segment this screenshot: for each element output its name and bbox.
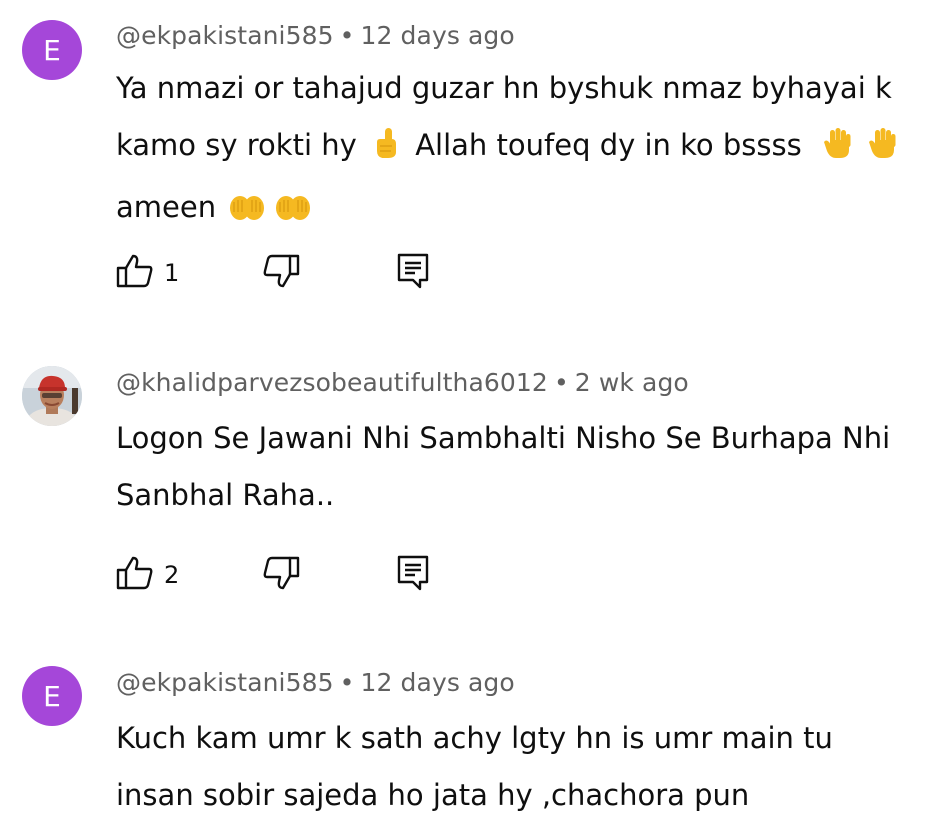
- comment-meta: @khalidparvezsobeautifultha6012 • 2 wk ago: [116, 368, 689, 397]
- reply-icon: [396, 252, 430, 294]
- thumbs-up-icon: [116, 555, 154, 595]
- meta-separator: •: [339, 668, 355, 697]
- reply-button[interactable]: [396, 554, 430, 596]
- like-count: 2: [164, 561, 180, 589]
- comment-actions: 2: [116, 555, 430, 595]
- reply-button[interactable]: [396, 252, 430, 294]
- comment-text: Ya nmazi or tahajud guzar hn byshuk nmaz…: [116, 60, 926, 241]
- thumbs-down-icon: [262, 253, 300, 293]
- comment-time[interactable]: 12 days ago: [361, 21, 515, 50]
- meta-separator: •: [339, 21, 355, 50]
- comment-item: E @ekpakistani585 • 12 days ago Ya nmazi o…: [0, 0, 937, 310]
- dislike-button[interactable]: [262, 253, 396, 293]
- comment-author[interactable]: @khalidparvezsobeautifultha6012: [116, 368, 548, 397]
- like-button[interactable]: 1: [116, 253, 262, 293]
- comment-text-part: ameen: [116, 190, 217, 224]
- avatar-photo: [22, 366, 82, 426]
- avatar-letter: E: [43, 33, 61, 67]
- raised-hand-icon: [821, 122, 855, 179]
- like-count: 1: [164, 259, 180, 287]
- raised-hand-icon: [866, 122, 900, 179]
- avatar[interactable]: E: [22, 666, 82, 726]
- like-button[interactable]: 2: [116, 555, 262, 595]
- meta-separator: •: [553, 368, 569, 397]
- thumbs-down-icon: [262, 555, 300, 595]
- open-hands-icon: [275, 184, 311, 241]
- comment-meta: @ekpakistani585 • 12 days ago: [116, 21, 515, 50]
- comment-item: E @ekpakistani585 • 12 days ago Kuch kam u…: [0, 640, 937, 831]
- comment-text: Logon Se Jawani Nhi Sambhalti Nisho Se B…: [116, 421, 891, 512]
- comment-meta: @ekpakistani585 • 12 days ago: [116, 668, 515, 697]
- comment-author[interactable]: @ekpakistani585: [116, 668, 334, 697]
- comment-time[interactable]: 2 wk ago: [575, 368, 689, 397]
- comment-text: Kuch kam umr k sath achy lgty hn is umr …: [116, 721, 833, 812]
- thumbs-up-icon: [116, 253, 154, 293]
- avatar[interactable]: [22, 366, 82, 426]
- comment-text-part: Allah toufeq dy in ko bssss: [415, 128, 802, 162]
- comment-time[interactable]: 12 days ago: [361, 668, 515, 697]
- avatar[interactable]: E: [22, 20, 82, 80]
- index-pointing-up-icon: [370, 122, 402, 179]
- comment-item: @khalidparvezsobeautifultha6012 • 2 wk ago…: [0, 310, 937, 640]
- dislike-button[interactable]: [262, 555, 396, 595]
- open-hands-icon: [229, 184, 265, 241]
- comment-actions: 1: [116, 253, 430, 293]
- reply-icon: [396, 554, 430, 596]
- comment-author[interactable]: @ekpakistani585: [116, 21, 334, 50]
- avatar-letter: E: [43, 679, 61, 713]
